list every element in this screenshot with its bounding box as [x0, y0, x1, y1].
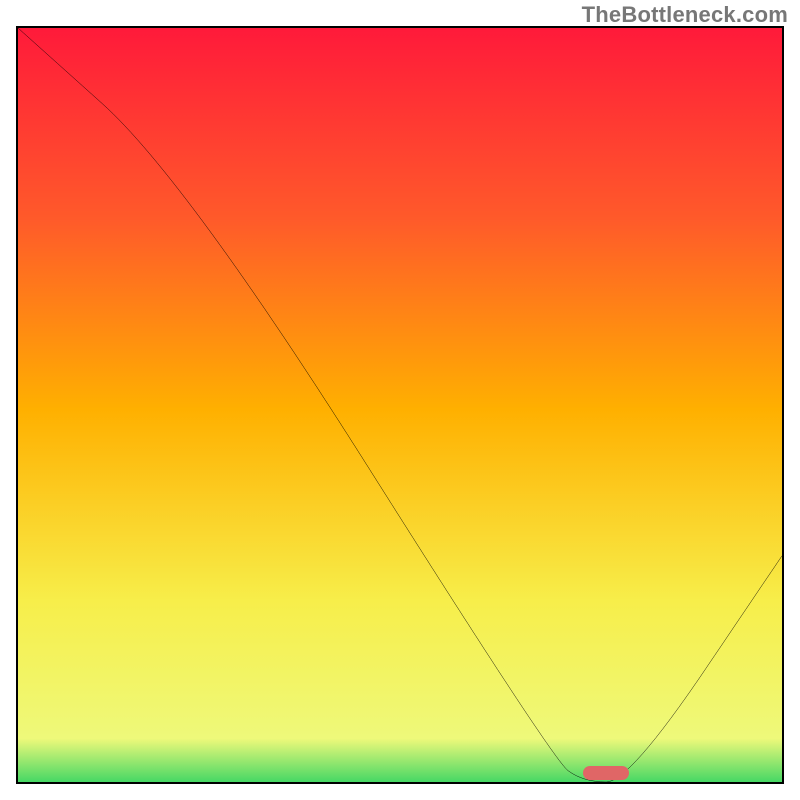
chart-container: TheBottleneck.com: [0, 0, 800, 800]
watermark-text: TheBottleneck.com: [582, 2, 788, 28]
plot-area: [16, 26, 784, 784]
optimal-marker: [583, 766, 629, 780]
bottleneck-curve: [18, 28, 782, 782]
